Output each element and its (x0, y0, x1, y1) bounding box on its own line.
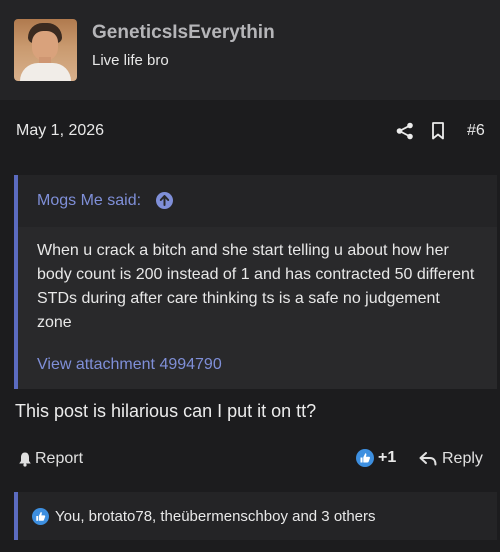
bookmark-icon[interactable] (431, 122, 445, 140)
reaction-count: +1 (378, 449, 397, 466)
like-reaction-button[interactable]: +1 (356, 449, 396, 467)
reply-label: Reply (442, 450, 483, 467)
reactions-list[interactable]: You, brotato78, theübermenschboy and 3 o… (55, 508, 376, 525)
post-date[interactable]: May 1, 2026 (16, 122, 104, 140)
post-body: This post is hilarious can I put it on t… (15, 401, 317, 421)
username[interactable]: GeneticsIsEverythin (92, 22, 275, 44)
report-button[interactable]: Report (18, 450, 83, 468)
reply-arrow-icon (419, 452, 437, 466)
reactions-bar: You, brotato78, theübermenschboy and 3 o… (14, 492, 497, 540)
forum-post: GeneticsIsEverythin Live life bro May 1,… (0, 0, 500, 552)
thumbs-up-icon (32, 507, 49, 525)
arrow-up-circle-icon[interactable] (156, 192, 173, 209)
avatar[interactable] (14, 19, 77, 81)
post-meta: May 1, 2026 #6 (0, 100, 500, 162)
report-label: Report (35, 450, 84, 467)
quote-block: Mogs Me said: When u crack a bitch and s… (14, 175, 497, 389)
share-icon[interactable] (396, 122, 414, 140)
post-header: GeneticsIsEverythin Live life bro (0, 0, 500, 100)
view-attachment-link[interactable]: View attachment 4994790 (37, 356, 222, 374)
quote-author[interactable]: Mogs Me said: (37, 192, 141, 210)
post-number[interactable]: #6 (467, 122, 485, 140)
user-title: Live life bro (92, 52, 169, 69)
reply-button[interactable]: Reply (419, 450, 483, 468)
bell-icon (19, 452, 31, 467)
quote-text: When u crack a bitch and she start telli… (37, 242, 475, 331)
thumbs-up-icon (356, 449, 374, 467)
quote-header: Mogs Me said: (18, 175, 497, 227)
